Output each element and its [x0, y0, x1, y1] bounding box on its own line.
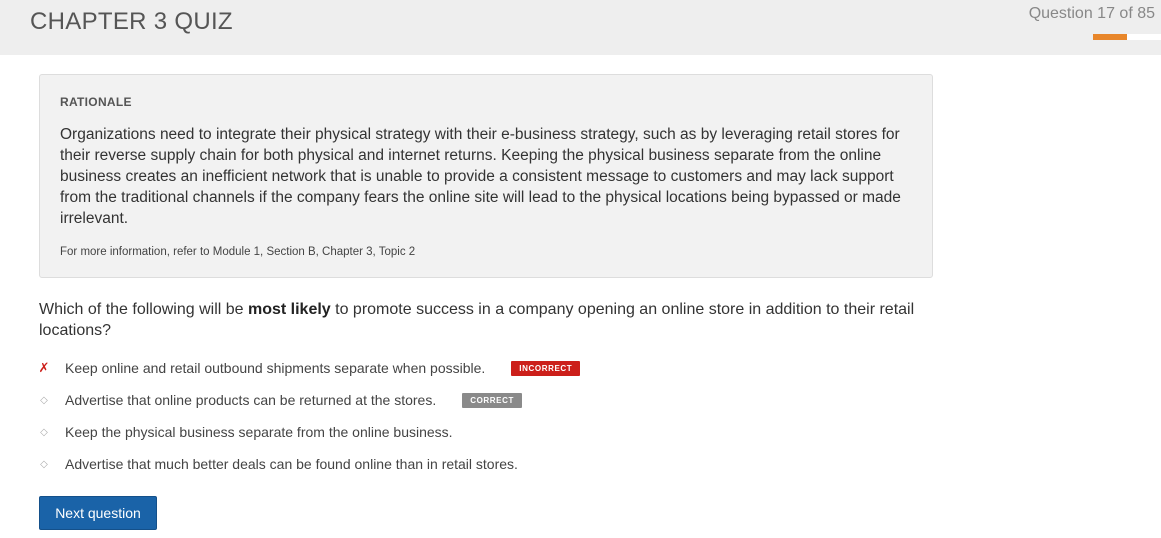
- answer-text: Advertise that much better deals can be …: [65, 456, 518, 472]
- answer-option-4[interactable]: ◇ Advertise that much better deals can b…: [36, 452, 518, 476]
- diamond-bullet-icon: ◇: [40, 458, 48, 470]
- incorrect-badge: INCORRECT: [511, 360, 581, 376]
- diamond-bullet-icon: ◇: [40, 426, 48, 438]
- answer-option-1[interactable]: ✗ Keep online and retail outbound shipme…: [36, 356, 581, 380]
- question-text: Which of the following will be most like…: [39, 299, 939, 341]
- progress-bar-fill: [1093, 34, 1127, 40]
- answer-text: Keep the physical business separate from…: [65, 424, 453, 440]
- next-question-button[interactable]: Next question: [39, 496, 157, 530]
- rationale-reference: For more information, refer to Module 1,…: [60, 246, 416, 258]
- answer-text: Keep online and retail outbound shipment…: [65, 360, 486, 376]
- progress-bar: [1093, 34, 1161, 40]
- answer-option-3[interactable]: ◇ Keep the physical business separate fr…: [36, 420, 453, 444]
- answer-text: Advertise that online products can be re…: [65, 392, 437, 408]
- diamond-bullet-icon: ◇: [40, 394, 48, 406]
- x-mark-icon: ✗: [38, 360, 50, 375]
- answer-option-2[interactable]: ◇ Advertise that online products can be …: [36, 388, 522, 412]
- quiz-header: CHAPTER 3 QUIZ Question 17 of 85: [0, 0, 1161, 55]
- rationale-text: Organizations need to integrate their ph…: [60, 126, 901, 227]
- quiz-title: CHAPTER 3 QUIZ: [30, 8, 233, 35]
- question-counter: Question 17 of 85: [1028, 5, 1155, 22]
- rationale-heading: RATIONALE: [60, 95, 132, 109]
- correct-badge: CORRECT: [462, 392, 522, 408]
- question-text-start: Which of the following will be: [39, 301, 248, 318]
- question-emphasis: most likely: [247, 301, 331, 318]
- rationale-panel: RATIONALE Organizations need to integrat…: [39, 74, 933, 278]
